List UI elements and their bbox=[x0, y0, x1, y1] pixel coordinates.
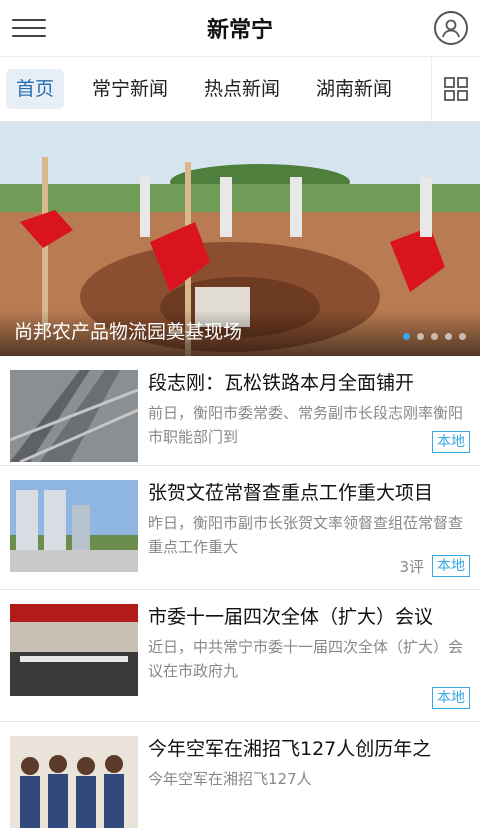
news-thumbnail-meeting bbox=[10, 604, 138, 696]
carousel-dot[interactable] bbox=[403, 333, 410, 340]
news-headline: 今年空军在湘招飞127人创历年之 bbox=[148, 738, 432, 760]
banner-carousel[interactable]: 尚邦农产品物流园奠基现场 bbox=[0, 122, 480, 356]
news-item[interactable]: 张贺文莅常督查重点工作重大项目 昨日，衡阳市副市长张贺文率领督查组莅常督查重点工… bbox=[0, 466, 480, 590]
comment-count: 3评 bbox=[399, 557, 424, 576]
app-title: 新常宁 bbox=[206, 18, 273, 43]
carousel-dot[interactable] bbox=[445, 333, 452, 340]
news-summary: 前日，衡阳市委常委、常务副市长段志刚率衡阳市职能部门到 bbox=[148, 404, 464, 446]
banner-caption: 尚邦农产品物流园奠基现场 bbox=[14, 321, 243, 343]
news-thumbnail-pilots bbox=[10, 736, 138, 828]
news-headline: 市委十一届四次全体（扩大）会议 bbox=[148, 606, 434, 628]
menu-icon[interactable] bbox=[12, 11, 46, 45]
carousel-indicator bbox=[403, 333, 466, 340]
news-list: 段志刚：瓦松铁路本月全面铺开 前日，衡阳市委常委、常务副市长段志刚率衡阳市职能部… bbox=[0, 356, 480, 828]
carousel-dot[interactable] bbox=[417, 333, 424, 340]
news-item[interactable]: 段志刚：瓦松铁路本月全面铺开 前日，衡阳市委常委、常务副市长段志刚率衡阳市职能部… bbox=[0, 356, 480, 466]
news-summary: 昨日，衡阳市副市长张贺文率领督查组莅常督查重点工作重大 bbox=[148, 514, 464, 556]
news-thumbnail-railway bbox=[10, 370, 138, 462]
carousel-dot[interactable] bbox=[431, 333, 438, 340]
grid-menu-icon[interactable] bbox=[431, 57, 480, 121]
news-summary: 今年空军在湘招飞127人 bbox=[148, 770, 312, 788]
news-headline: 段志刚：瓦松铁路本月全面铺开 bbox=[148, 372, 415, 394]
tab-hunan-news[interactable]: 湖南新闻 bbox=[306, 69, 402, 109]
news-item[interactable]: 市委十一届四次全体（扩大）会议 近日，中共常宁市委十一届四次全体（扩大）会议在市… bbox=[0, 590, 480, 722]
user-profile-icon[interactable] bbox=[433, 11, 468, 45]
carousel-dot[interactable] bbox=[459, 333, 466, 340]
tab-hot-news[interactable]: 热点新闻 bbox=[194, 69, 290, 109]
news-summary: 近日，中共常宁市委十一届四次全体（扩大）会议在市政府九 bbox=[148, 638, 464, 680]
news-tag: 本地 bbox=[432, 555, 470, 577]
tab-changning-news[interactable]: 常宁新闻 bbox=[82, 69, 178, 109]
tab-home[interactable]: 首页 bbox=[6, 69, 65, 109]
news-tag: 本地 bbox=[432, 687, 470, 709]
app-header: 新常宁 bbox=[0, 0, 480, 57]
news-item[interactable]: 今年空军在湘招飞127人创历年之 今年空军在湘招飞127人 bbox=[0, 722, 480, 828]
news-thumbnail-plant bbox=[10, 480, 138, 572]
news-headline: 张贺文莅常督查重点工作重大项目 bbox=[148, 482, 434, 504]
news-tag: 本地 bbox=[432, 431, 470, 453]
category-tabs: 首页 常宁新闻 热点新闻 湖南新闻 bbox=[0, 57, 480, 122]
